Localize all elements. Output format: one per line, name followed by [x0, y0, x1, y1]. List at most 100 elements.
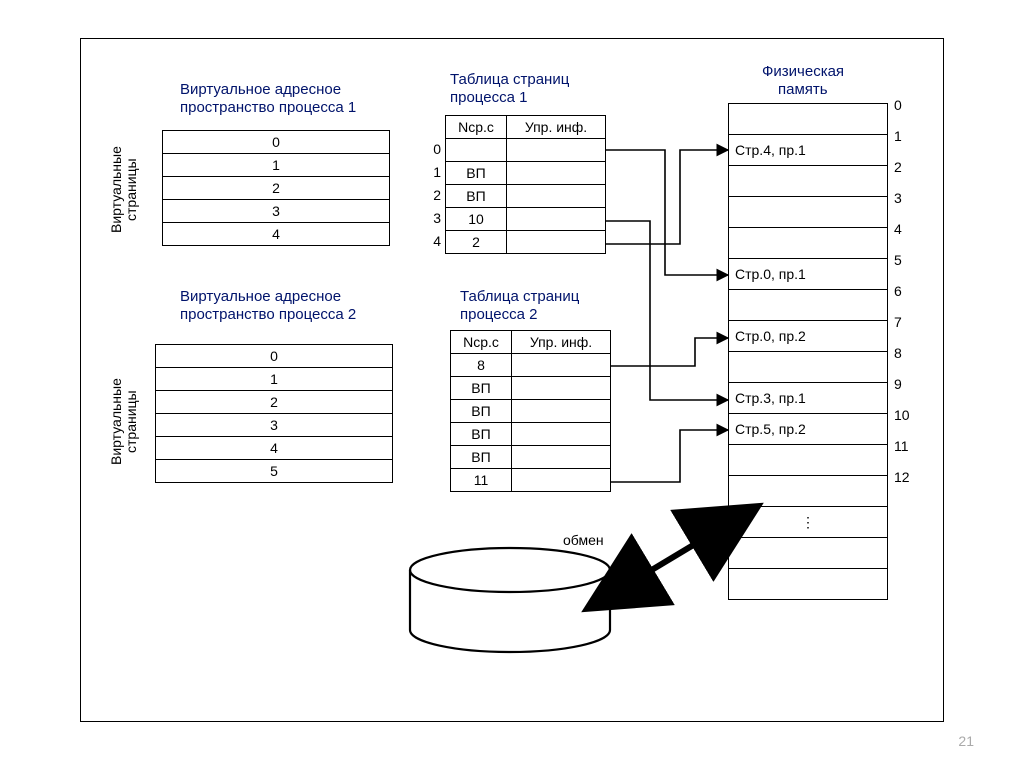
phys-cell	[729, 569, 888, 600]
table-row: Nср.с Упр. инф.	[446, 116, 606, 139]
vpage-cell: 4	[163, 223, 390, 246]
vpage-cell: 3	[156, 414, 393, 437]
table-row	[729, 569, 888, 600]
table-row: 8	[451, 354, 611, 377]
table-row: 11	[451, 469, 611, 492]
phys-cell	[729, 197, 888, 228]
vlabel1-b: страницы	[124, 150, 138, 230]
table-row	[729, 197, 888, 228]
phys-idx-9: 9	[894, 376, 902, 392]
title-pt1-line1: Таблица страниц	[450, 71, 569, 89]
pt-cell	[507, 208, 606, 231]
phys-cell	[729, 352, 888, 383]
phys-cell: ⋮	[729, 507, 888, 538]
vpage-cell: 4	[156, 437, 393, 460]
pt1-idx-3: 3	[423, 210, 441, 226]
phys-idx-5: 5	[894, 252, 902, 268]
phys-mem-table: Стр.4, пр.1 Стр.0, пр.1 Стр.0, пр.2 Стр.…	[728, 103, 888, 600]
phys-cell	[729, 166, 888, 197]
pt-cell	[512, 400, 611, 423]
pt-header-ctrl: Упр. инф.	[512, 331, 611, 354]
table-row: 4	[156, 437, 393, 460]
phys-idx-11: 11	[894, 438, 909, 454]
pt-cell	[507, 139, 606, 162]
vlabel1-a: Виртуальные	[109, 135, 123, 245]
pt-header-n: Nср.с	[446, 116, 507, 139]
table-row	[446, 139, 606, 162]
pt-cell	[507, 185, 606, 208]
phys-cell: Стр.4, пр.1	[729, 135, 888, 166]
table-row: ВП	[451, 446, 611, 469]
phys-cell: Стр.0, пр.2	[729, 321, 888, 352]
table-row: 5	[156, 460, 393, 483]
vpage-cell: 1	[163, 154, 390, 177]
table-row: Nср.с Упр. инф.	[451, 331, 611, 354]
page-table-1: Nср.с Упр. инф. ВП ВП 10 2	[445, 115, 606, 254]
table-row: ВП	[451, 377, 611, 400]
pt-cell: 2	[446, 231, 507, 254]
phys-idx-7: 7	[894, 314, 902, 330]
pt-cell: 10	[446, 208, 507, 231]
pt-cell	[507, 231, 606, 254]
phys-cell: Стр.3, пр.1	[729, 383, 888, 414]
pt-cell	[512, 354, 611, 377]
title-phys-line1: Физическая	[762, 63, 844, 81]
pt-cell	[446, 139, 507, 162]
phys-cell: Стр.5, пр.2	[729, 414, 888, 445]
swap-label: обмен	[563, 532, 604, 548]
title-vspace2-line2: пространство процесса 2	[180, 306, 356, 324]
table-row	[729, 166, 888, 197]
title-vspace1-line2: пространство процесса 1	[180, 99, 356, 117]
pt1-idx-2: 2	[423, 187, 441, 203]
pt-cell: ВП	[451, 423, 512, 446]
vpage-cell: 2	[163, 177, 390, 200]
title-vspace2-line1: Виртуальное адресное	[180, 288, 341, 306]
pt-header-n: Nср.с	[451, 331, 512, 354]
vpages-table-2: 0 1 2 3 4 5	[155, 344, 393, 483]
phys-idx-12: 12	[894, 469, 910, 485]
phys-cell	[729, 538, 888, 569]
table-row	[729, 445, 888, 476]
table-row	[729, 352, 888, 383]
table-row: ⋮	[729, 507, 888, 538]
pt-cell	[512, 469, 611, 492]
phys-cell	[729, 290, 888, 321]
vpage-cell: 2	[156, 391, 393, 414]
pt-cell	[507, 162, 606, 185]
table-row: Стр.0, пр.1	[729, 259, 888, 290]
table-row: Стр.4, пр.1	[729, 135, 888, 166]
phys-cell: Стр.0, пр.1	[729, 259, 888, 290]
table-row: Стр.0, пр.2	[729, 321, 888, 352]
phys-cell	[729, 228, 888, 259]
title-pt2-line1: Таблица страниц	[460, 288, 579, 306]
pt-cell: ВП	[451, 377, 512, 400]
table-row: ВП	[446, 185, 606, 208]
pt-cell	[512, 423, 611, 446]
pt-cell	[512, 446, 611, 469]
pt-cell: 11	[451, 469, 512, 492]
vpage-cell: 0	[156, 345, 393, 368]
table-row	[729, 290, 888, 321]
pt-cell: ВП	[446, 162, 507, 185]
table-row	[729, 538, 888, 569]
pt-cell: ВП	[446, 185, 507, 208]
title-pt1-line2: процесса 1	[450, 89, 527, 107]
table-row	[729, 476, 888, 507]
phys-cell	[729, 476, 888, 507]
pt1-idx-1: 1	[423, 164, 441, 180]
phys-idx-2: 2	[894, 159, 902, 175]
table-row: 1	[163, 154, 390, 177]
slide-number: 21	[958, 733, 974, 749]
title-vspace1-line1: Виртуальное адресное	[180, 81, 341, 99]
phys-idx-10: 10	[894, 407, 910, 423]
table-row	[729, 228, 888, 259]
vpage-cell: 1	[156, 368, 393, 391]
table-row	[729, 104, 888, 135]
pt-cell: ВП	[451, 446, 512, 469]
phys-cell	[729, 445, 888, 476]
phys-idx-0: 0	[894, 97, 902, 113]
vpages-table-1: 0 1 2 3 4	[162, 130, 390, 246]
page-table-2: Nср.с Упр. инф. 8 ВП ВП ВП ВП 11	[450, 330, 611, 492]
vpage-cell: 5	[156, 460, 393, 483]
table-row: 2	[446, 231, 606, 254]
